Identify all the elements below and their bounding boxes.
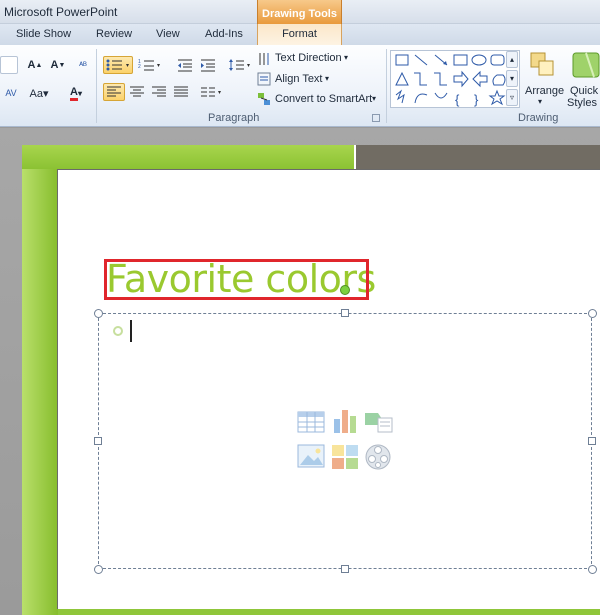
tab-format[interactable]: Format [257, 24, 342, 45]
svg-text:{: { [455, 92, 460, 107]
decrease-indent-icon [178, 59, 192, 72]
chevron-down-icon: ▾ [538, 97, 543, 106]
text-cursor [130, 320, 132, 342]
bullets-button[interactable] [103, 56, 133, 74]
tab-review[interactable]: Review [96, 28, 132, 40]
change-case-button[interactable]: Aa▾ [26, 84, 52, 102]
resize-handle-top-right[interactable] [588, 309, 597, 318]
font-size-box[interactable] [0, 56, 18, 74]
insert-chart-icon[interactable] [331, 407, 361, 435]
bullets-icon [106, 59, 129, 71]
text-direction-icon [256, 50, 272, 68]
svg-text:}: } [474, 92, 479, 107]
justify-button[interactable] [171, 83, 191, 101]
paragraph-group-label: Paragraph [208, 112, 260, 124]
drawing-group-label: Drawing [518, 112, 559, 124]
insert-picture-icon[interactable] [297, 443, 327, 471]
resize-handle-right[interactable] [588, 437, 596, 445]
chevron-down-icon: ▾ [325, 74, 330, 83]
justify-icon [174, 86, 188, 97]
rotation-handle[interactable] [340, 285, 350, 295]
divider [386, 49, 387, 123]
insert-smartart-icon[interactable] [364, 409, 394, 437]
resize-handle-bottom-right[interactable] [588, 565, 597, 574]
chevron-down-icon: ▾ [344, 53, 349, 62]
decrease-indent-button[interactable] [175, 56, 195, 74]
align-center-icon [130, 86, 144, 97]
slide-green-band [22, 145, 58, 615]
tab-slide-show[interactable]: Slide Show [16, 28, 71, 40]
chevron-down-icon: ▾ [372, 94, 377, 103]
content-placeholder[interactable] [98, 313, 592, 569]
align-right-icon [152, 86, 166, 97]
align-center-button[interactable] [127, 83, 147, 101]
increase-indent-button[interactable] [198, 56, 218, 74]
gallery-scroll-down-icon[interactable]: ▾ [506, 70, 518, 87]
columns-button[interactable] [199, 83, 225, 101]
resize-handle-left[interactable] [94, 437, 102, 445]
drawing-tools-header: Drawing Tools [257, 0, 342, 24]
title-highlight-box [104, 259, 369, 300]
align-right-button[interactable] [149, 83, 169, 101]
insert-clip-art-icon[interactable] [331, 443, 361, 471]
resize-handle-top[interactable] [341, 309, 349, 317]
increase-indent-icon [201, 59, 215, 72]
divider [96, 49, 97, 123]
svg-text:2: 2 [138, 64, 141, 70]
gallery-more-icon[interactable]: ▿ [506, 89, 518, 106]
line-spacing-icon [229, 59, 250, 71]
line-spacing-button[interactable] [227, 56, 253, 74]
insert-media-icon[interactable] [364, 443, 394, 471]
arrange-icon [528, 50, 558, 80]
tab-view[interactable]: View [156, 28, 180, 40]
shapes-gallery[interactable]: { } [390, 50, 520, 108]
numbering-button[interactable]: 12 [137, 56, 163, 74]
align-left-icon [107, 86, 121, 97]
smartart-icon [256, 90, 272, 108]
font-color-button[interactable]: A ▾ [62, 84, 90, 102]
tab-add-ins[interactable]: Add-Ins [205, 28, 243, 40]
bullet-icon [113, 326, 123, 336]
app-title: Microsoft PowerPoint [4, 5, 118, 19]
shrink-font-button[interactable]: A ▼ [48, 56, 68, 74]
character-spacing-icon[interactable]: AV [0, 84, 22, 102]
grow-font-button[interactable]: A ▲ [24, 56, 46, 74]
arrange-button[interactable]: Arrange [525, 85, 564, 97]
quick-styles-icon [572, 50, 600, 80]
numbering-icon: 12 [138, 59, 160, 71]
quick-styles-label-2[interactable]: Styles [567, 97, 597, 109]
slide-green-top-band [22, 145, 362, 169]
align-left-button[interactable] [103, 83, 125, 101]
text-direction-button[interactable]: Text Direction [275, 52, 342, 64]
paragraph-dialog-launcher[interactable] [372, 114, 380, 122]
quick-styles-label-1[interactable]: Quick [570, 85, 598, 97]
columns-icon [201, 87, 221, 97]
resize-handle-top-left[interactable] [94, 309, 103, 318]
convert-to-smartart-button[interactable]: Convert to SmartArt [275, 93, 372, 105]
insert-table-icon[interactable] [297, 409, 327, 437]
resize-handle-bottom-left[interactable] [94, 565, 103, 574]
clear-formatting-icon[interactable]: ᴬᴮ [74, 56, 92, 74]
align-text-icon [256, 70, 272, 88]
resize-handle-bottom[interactable] [341, 565, 349, 573]
gallery-scroll-up-icon[interactable]: ▴ [506, 51, 518, 68]
shapes-gallery-icons: { } [395, 54, 506, 107]
align-text-button[interactable]: Align Text [275, 73, 323, 85]
